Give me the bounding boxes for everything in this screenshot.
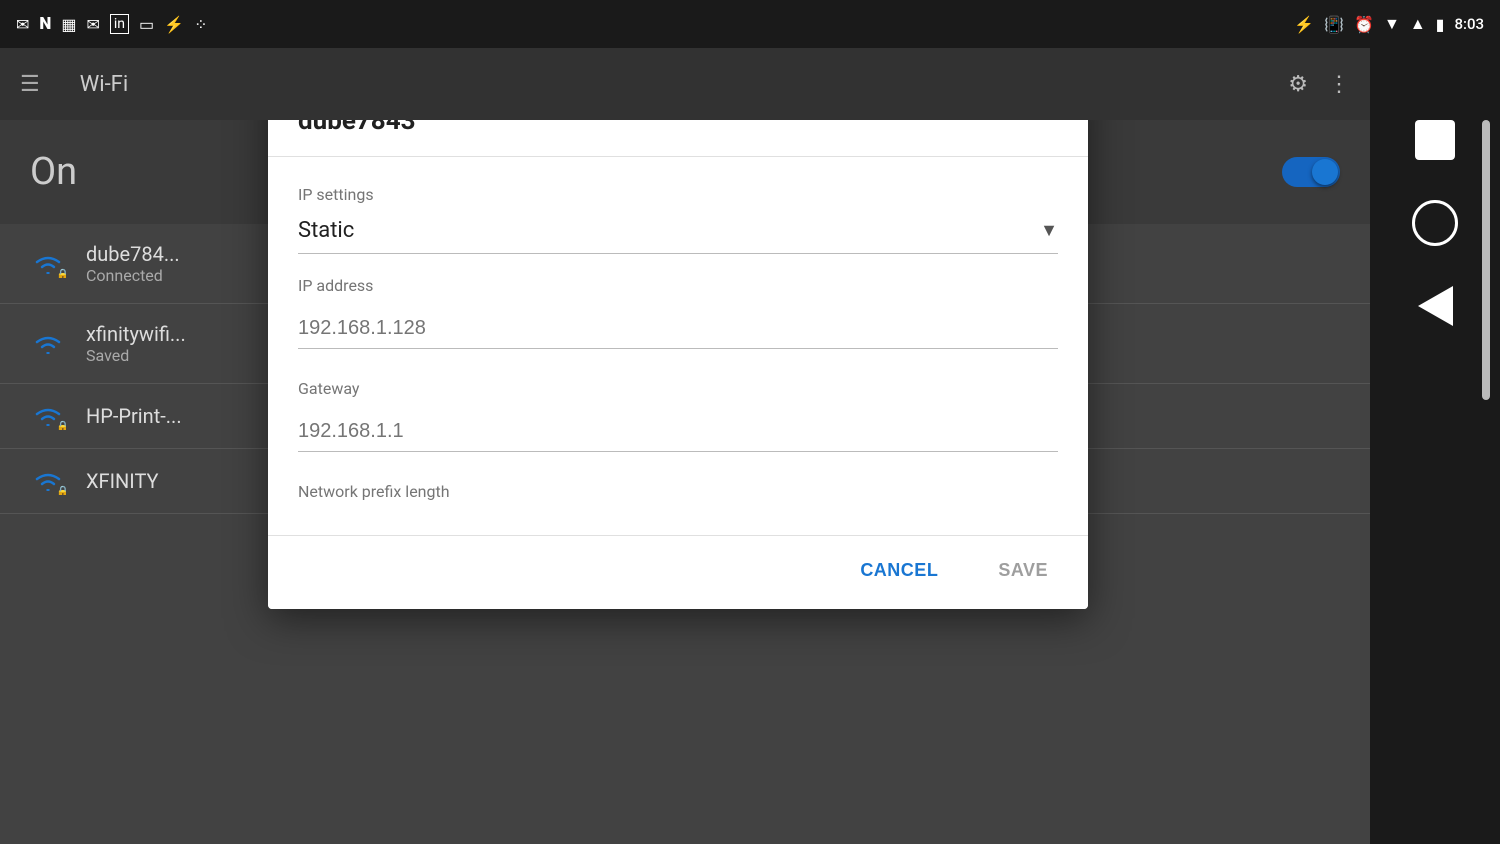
dialog-footer: CANCEL SAVE xyxy=(268,535,1088,609)
bluetooth-icon: ⚡ xyxy=(1294,15,1314,34)
ip-settings-label: IP settings xyxy=(298,185,1058,204)
ip-settings-dropdown[interactable]: Static ▼ xyxy=(298,218,1058,254)
dropdown-arrow-icon: ▼ xyxy=(1040,220,1058,241)
status-bar: ✉ N ▦ ✉ in ▭ ⚡ ⁘ ⚡ 📳 ⏰ ▼ ▲ ▮ 8:03 xyxy=(0,0,1500,48)
hamburger-icon[interactable]: ☰ xyxy=(20,72,40,97)
wifi-signal-icon-3: 🔒 xyxy=(30,402,66,430)
toggle-knob xyxy=(1312,159,1338,185)
lightning-icon: ⚡ xyxy=(164,15,184,34)
wifi-signal-icon-4: 🔒 xyxy=(30,467,66,495)
wifi-signal-icon-2 xyxy=(30,330,66,358)
wifi-name-hpprint: HP-Print-... xyxy=(86,404,182,428)
wifi-name-dube7843: dube784... xyxy=(86,242,180,266)
ip-address-label: IP address xyxy=(298,276,1058,295)
linkedin-icon: in xyxy=(110,14,129,34)
wifi-item-text-xfinity: xfinitywifi... Saved xyxy=(86,322,186,365)
alarm-icon: ⏰ xyxy=(1354,15,1374,34)
trello-icon: ▦ xyxy=(61,15,76,34)
dots-icon: ⁘ xyxy=(194,15,207,34)
signal-icon: ▲ xyxy=(1410,14,1426,34)
wifi-item-text-dube7843: dube784... Connected xyxy=(86,242,180,285)
save-button[interactable]: SAVE xyxy=(978,550,1068,591)
app-bar-actions: ⚙ ⋮ xyxy=(1288,72,1350,97)
square-nav-button[interactable] xyxy=(1415,120,1455,160)
gateway-label: Gateway xyxy=(298,379,1058,398)
wifi-dialog: dube7843 IP settings Static ▼ IP address… xyxy=(268,78,1088,609)
svg-text:🔒: 🔒 xyxy=(56,420,66,430)
wifi-item-text-xfinity2: XFINITY xyxy=(86,469,159,493)
gateway-input[interactable] xyxy=(298,412,1058,452)
wifi-status-xfinity: Saved xyxy=(86,346,186,365)
app-bar: ☰ Wi-Fi ⚙ ⋮ xyxy=(0,48,1370,120)
vibrate-icon: 📳 xyxy=(1324,15,1344,34)
wifi-toggle-switch[interactable] xyxy=(1282,157,1340,187)
wifi-signal-icon: 🔒 xyxy=(30,250,66,278)
cancel-button[interactable]: CANCEL xyxy=(840,550,958,591)
wifi-item-text-hpprint: HP-Print-... xyxy=(86,404,182,428)
monitor-icon: ▭ xyxy=(139,15,154,34)
dropdown-value: Static xyxy=(298,218,354,243)
wifi-name-xfinity: xfinitywifi... xyxy=(86,322,186,346)
status-bar-left-icons: ✉ N ▦ ✉ in ▭ ⚡ ⁘ xyxy=(16,14,207,34)
wifi-status-icon: ▼ xyxy=(1384,14,1400,34)
more-options-icon[interactable]: ⋮ xyxy=(1328,72,1350,97)
scrollbar[interactable] xyxy=(1482,120,1490,400)
status-bar-right-icons: ⚡ 📳 ⏰ ▼ ▲ ▮ 8:03 xyxy=(1294,14,1484,34)
app-title: Wi-Fi xyxy=(80,72,1269,97)
circle-nav-button[interactable] xyxy=(1412,200,1458,246)
mail-icon: ✉ xyxy=(86,15,99,34)
netflix-icon: N xyxy=(39,14,51,34)
wifi-status-dube7843: Connected xyxy=(86,266,180,285)
settings-icon[interactable]: ⚙ xyxy=(1288,72,1308,97)
wifi-toggle-label: On xyxy=(30,150,77,194)
svg-text:🔒: 🔒 xyxy=(56,268,66,278)
dialog-body: IP settings Static ▼ IP address Gateway … xyxy=(268,157,1088,535)
wifi-name-xfinity2: XFINITY xyxy=(86,469,159,493)
gmail-icon: ✉ xyxy=(16,15,29,34)
svg-text:🔒: 🔒 xyxy=(56,485,66,495)
right-panel xyxy=(1370,0,1500,844)
status-time: 8:03 xyxy=(1454,15,1484,33)
network-prefix-label: Network prefix length xyxy=(298,482,1058,501)
back-nav-button[interactable] xyxy=(1418,286,1453,326)
battery-icon: ▮ xyxy=(1436,15,1445,34)
ip-address-input[interactable] xyxy=(298,309,1058,349)
